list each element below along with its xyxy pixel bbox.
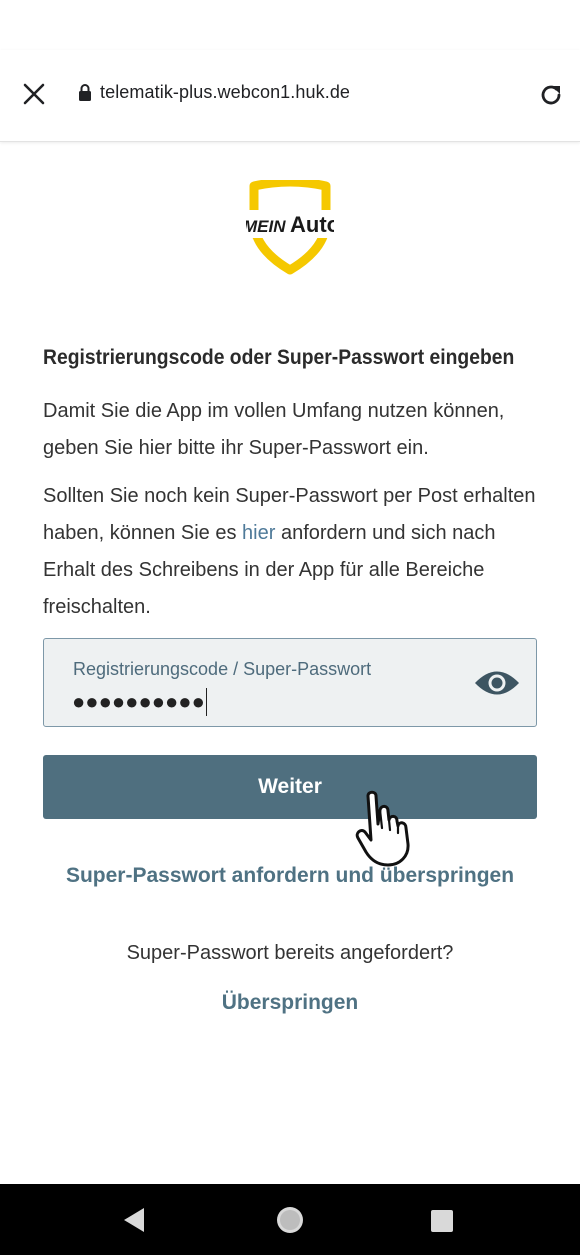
- info-paragraph: Sollten Sie noch kein Super-Passwort per…: [43, 478, 553, 626]
- lock-icon: [76, 83, 94, 103]
- intro-paragraph: Damit Sie die App im vollen Umfang nutze…: [43, 400, 505, 459]
- reload-icon[interactable]: [530, 74, 572, 116]
- weiter-button[interactable]: Weiter: [43, 755, 537, 819]
- recents-square-icon[interactable]: [429, 1208, 455, 1234]
- logo-word-auto: Auto: [290, 212, 334, 237]
- page-heading: Registrierungscode oder Super-Passwort e…: [43, 346, 515, 369]
- password-field[interactable]: Registrierungscode / Super-Passwort ●●●●…: [43, 638, 537, 727]
- status-bar: [0, 0, 580, 50]
- eye-icon[interactable]: [472, 663, 522, 703]
- android-nav-bar: [0, 1184, 580, 1255]
- mein-auto-logo: MEIN Auto: [243, 177, 340, 276]
- password-masked-value: ●●●●●●●●●●: [72, 689, 205, 714]
- password-field-label: Registrierungscode / Super-Passwort: [73, 659, 372, 679]
- close-icon[interactable]: [14, 74, 54, 114]
- request-and-skip-link[interactable]: Super-Passwort anfordern und überspringe…: [0, 864, 580, 888]
- back-triangle-icon[interactable]: [120, 1206, 148, 1234]
- password-input[interactable]: ●●●●●●●●●●: [72, 688, 208, 716]
- already-requested-text: Super-Passwort bereits angefordert?: [126, 942, 454, 964]
- home-circle-icon[interactable]: [275, 1205, 305, 1235]
- hand-pointer-icon: [354, 790, 426, 870]
- logo-word-mein: MEIN: [246, 217, 286, 236]
- text-caret: [205, 688, 208, 716]
- browser-toolbar: telematik-plus.webcon1.huk.de: [0, 50, 580, 142]
- hier-link[interactable]: hier: [242, 522, 275, 544]
- url-text[interactable]: telematik-plus.webcon1.huk.de: [100, 82, 350, 103]
- skip-link[interactable]: Überspringen: [0, 991, 580, 1015]
